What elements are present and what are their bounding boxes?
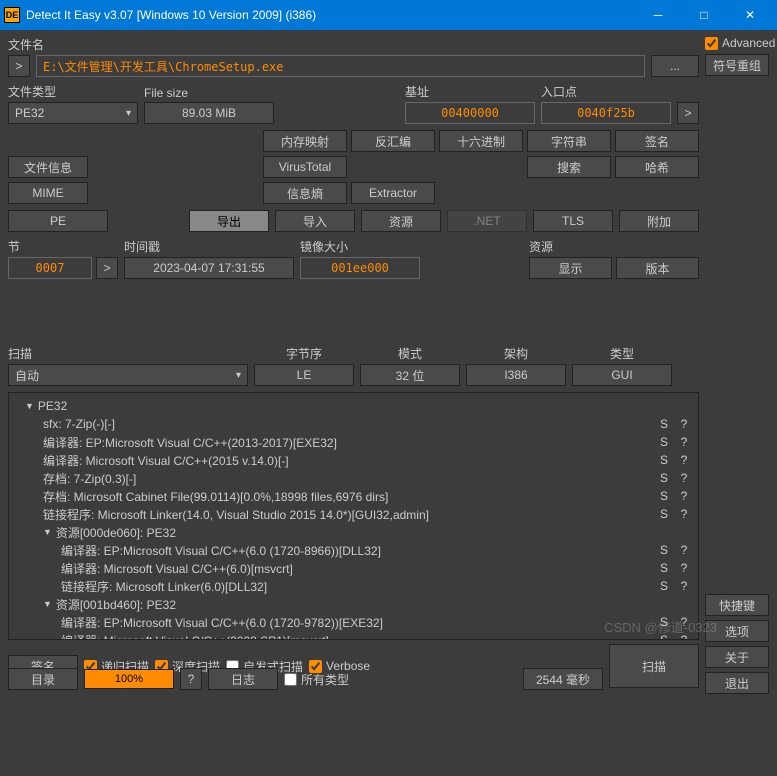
browse-button[interactable]: ... bbox=[651, 55, 699, 77]
progress-bar: 100% bbox=[84, 669, 174, 689]
entry-label: 入口点 bbox=[541, 83, 671, 100]
scan-label: 扫描 bbox=[8, 345, 248, 362]
mode-label: 模式 bbox=[360, 345, 460, 362]
advanced-check[interactable]: Advanced bbox=[705, 36, 769, 50]
tree-row[interactable]: 链接程序: Microsoft Linker(6.0)[DLL32]S? bbox=[13, 577, 694, 595]
filetype-select[interactable]: PE32 bbox=[8, 102, 138, 124]
tree-row[interactable]: ▼资源[001bd460]: PE32 bbox=[13, 595, 694, 613]
vt-button[interactable]: VirusTotal bbox=[263, 156, 347, 178]
filesize-label: File size bbox=[144, 86, 274, 100]
tree-row[interactable]: sfx: 7-Zip(-)[-]S? bbox=[13, 415, 694, 433]
version-button[interactable]: 版本 bbox=[616, 257, 699, 279]
tree-row[interactable]: 链接程序: Microsoft Linker(14.0, Visual Stud… bbox=[13, 505, 694, 523]
tree-row[interactable]: 存档: 7-Zip(0.3)[-]S? bbox=[13, 469, 694, 487]
sections-go-button[interactable]: > bbox=[96, 257, 118, 279]
mime-button[interactable]: MIME bbox=[8, 182, 88, 204]
show-button[interactable]: 显示 bbox=[529, 257, 612, 279]
memmap-button[interactable]: 内存映射 bbox=[263, 130, 347, 152]
sign-button[interactable]: 签名 bbox=[615, 130, 699, 152]
base-label: 基址 bbox=[405, 83, 535, 100]
tree-row[interactable]: 编译器: Microsoft Visual C/C++(2008 SP1)[ms… bbox=[13, 631, 694, 640]
byteorder-value: LE bbox=[254, 364, 354, 386]
tls-button[interactable]: TLS bbox=[533, 210, 613, 232]
resource-label: 资源 bbox=[529, 238, 699, 255]
tree-row[interactable]: 存档: Microsoft Cabinet File(99.0114)[0.0%… bbox=[13, 487, 694, 505]
tree-row[interactable]: 编译器: Microsoft Visual C/C++(2015 v.14.0)… bbox=[13, 451, 694, 469]
resource-button[interactable]: 资源 bbox=[361, 210, 441, 232]
exit-button[interactable]: 退出 bbox=[705, 672, 769, 694]
log-button[interactable]: 日志 bbox=[208, 668, 278, 690]
sections-value[interactable]: 0007 bbox=[8, 257, 92, 279]
hash-button[interactable]: 哈希 bbox=[615, 156, 699, 178]
symbol-button[interactable]: 符号重组 bbox=[705, 54, 769, 76]
tree-row[interactable]: ▼资源[000de060]: PE32 bbox=[13, 523, 694, 541]
result-tree[interactable]: ▼PE32sfx: 7-Zip(-)[-]S?编译器: EP:Microsoft… bbox=[8, 392, 699, 640]
pe-button[interactable]: PE bbox=[8, 210, 108, 232]
fileinfo-button[interactable]: 文件信息 bbox=[8, 156, 88, 178]
disasm-button[interactable]: 反汇编 bbox=[351, 130, 435, 152]
back-button[interactable]: > bbox=[8, 55, 30, 77]
arch-value: I386 bbox=[466, 364, 566, 386]
arch-label: 架构 bbox=[466, 345, 566, 362]
append-button[interactable]: 附加 bbox=[619, 210, 699, 232]
tree-row[interactable]: ▼PE32 bbox=[13, 397, 694, 415]
entry-value[interactable]: 0040f25b bbox=[541, 102, 671, 124]
shortcut-button[interactable]: 快捷键 bbox=[705, 594, 769, 616]
strings-button[interactable]: 字符串 bbox=[527, 130, 611, 152]
tree-row[interactable]: 编译器: EP:Microsoft Visual C/C++(2013-2017… bbox=[13, 433, 694, 451]
dir-button[interactable]: 目录 bbox=[8, 668, 78, 690]
byteorder-label: 字节序 bbox=[254, 345, 354, 362]
close-button[interactable]: ✕ bbox=[727, 0, 773, 30]
import-button[interactable]: 导入 bbox=[275, 210, 355, 232]
minimize-button[interactable]: ─ bbox=[635, 0, 681, 30]
timestamp-value: 2023-04-07 17:31:55 bbox=[124, 257, 294, 279]
entry-go-button[interactable]: > bbox=[677, 102, 699, 124]
about-button[interactable]: 关于 bbox=[705, 646, 769, 668]
window-title: Detect It Easy v3.07 [Windows 10 Version… bbox=[26, 8, 635, 22]
imagesize-label: 镜像大小 bbox=[300, 238, 420, 255]
base-value[interactable]: 00400000 bbox=[405, 102, 535, 124]
app-icon: DE bbox=[4, 7, 20, 23]
extractor-button[interactable]: Extractor bbox=[351, 182, 435, 204]
search-button[interactable]: 搜索 bbox=[527, 156, 611, 178]
filename-label: 文件名 bbox=[8, 36, 699, 53]
progress-stop-button[interactable]: ? bbox=[180, 668, 202, 690]
entropy-button[interactable]: 信息熵 bbox=[263, 182, 347, 204]
tree-row[interactable]: 编译器: EP:Microsoft Visual C/C++(6.0 (1720… bbox=[13, 541, 694, 559]
hex-button[interactable]: 十六进制 bbox=[439, 130, 523, 152]
options-button[interactable]: 选项 bbox=[705, 620, 769, 642]
elapsed-value: 2544 毫秒 bbox=[523, 668, 603, 690]
tree-row[interactable]: 编译器: Microsoft Visual C/C++(6.0)[msvcrt]… bbox=[13, 559, 694, 577]
type-value: GUI bbox=[572, 364, 672, 386]
mode-value: 32 位 bbox=[360, 364, 460, 386]
alltypes-check[interactable]: 所有类型 bbox=[284, 671, 349, 688]
scan-button[interactable]: 扫描 bbox=[609, 644, 699, 688]
filetype-label: 文件类型 bbox=[8, 83, 138, 100]
titlebar: DE Detect It Easy v3.07 [Windows 10 Vers… bbox=[0, 0, 777, 30]
tree-row[interactable]: 编译器: EP:Microsoft Visual C/C++(6.0 (1720… bbox=[13, 613, 694, 631]
sections-label: 节 bbox=[8, 238, 118, 255]
filesize-value: 89.03 MiB bbox=[144, 102, 274, 124]
net-button[interactable]: .NET bbox=[447, 210, 527, 232]
timestamp-label: 时间戳 bbox=[124, 238, 294, 255]
file-path-input[interactable]: E:\文件管理\开发工具\ChromeSetup.exe bbox=[36, 55, 645, 77]
type-label: 类型 bbox=[572, 345, 672, 362]
export-button[interactable]: 导出 bbox=[189, 210, 269, 232]
imagesize-value[interactable]: 001ee000 bbox=[300, 257, 420, 279]
scanmode-select[interactable]: 自动 bbox=[8, 364, 248, 386]
maximize-button[interactable]: □ bbox=[681, 0, 727, 30]
